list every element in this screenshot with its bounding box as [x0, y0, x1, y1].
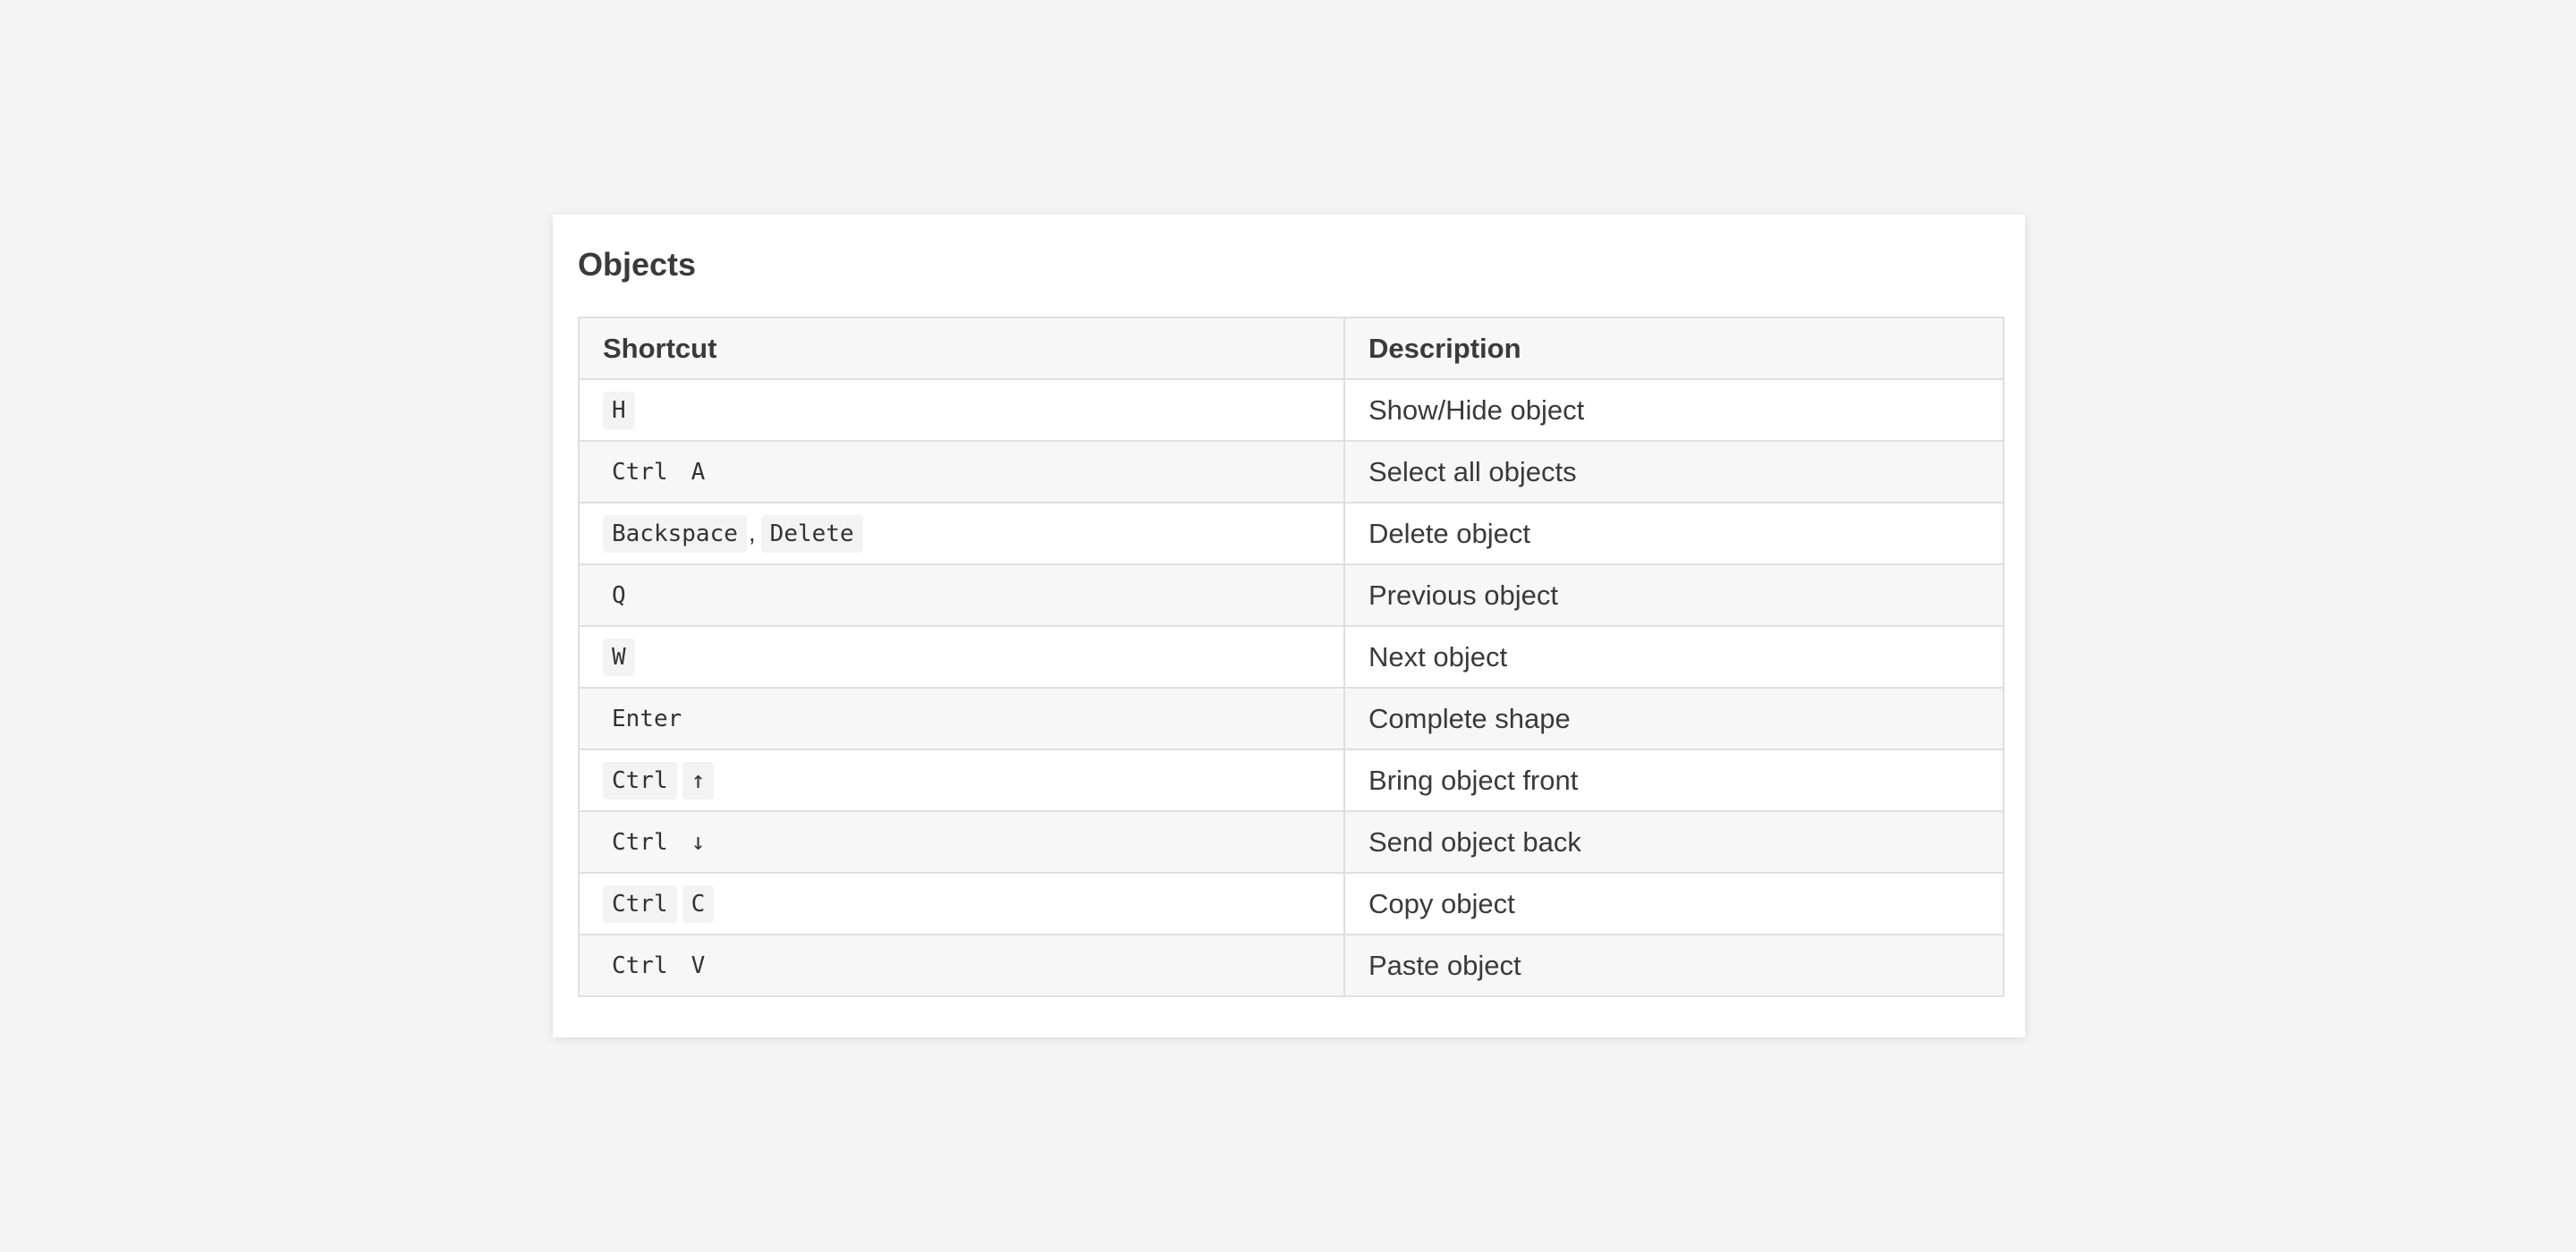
table-row: Ctrl A Select all objects [578, 440, 2004, 503]
key-cap: Ctrl [603, 453, 677, 491]
table-row: Ctrl ↓ Send object back [578, 810, 2004, 874]
description-cell: Bring object front [1343, 749, 2004, 812]
description-cell: Select all objects [1343, 440, 2004, 503]
key-cap: Q [603, 576, 635, 614]
key-cap: Enter [603, 699, 691, 738]
key-cap: Ctrl [603, 884, 677, 923]
description-cell: Send object back [1343, 810, 2004, 874]
table-row: Ctrl ↑ Bring object front [578, 749, 2004, 812]
shortcut-cell: Ctrl ↑ [578, 749, 1345, 812]
table-row: Ctrl V Paste object [578, 934, 2004, 997]
key-cap: Ctrl [603, 823, 677, 861]
key-cap: ↑ [682, 761, 715, 799]
description-cell: Copy object [1343, 872, 2004, 935]
column-header-shortcut: Shortcut [578, 317, 1345, 380]
description-cell: Show/Hide object [1343, 378, 2004, 442]
table-row: H Show/Hide object [578, 378, 2004, 442]
description-cell: Complete shape [1343, 687, 2004, 750]
key-cap: Ctrl [603, 761, 677, 799]
table-header-row: Shortcut Description [578, 317, 2004, 380]
shortcut-cell: Ctrl V [578, 934, 1345, 997]
key-cap: A [682, 453, 715, 491]
shortcut-cell: Ctrl C [578, 872, 1345, 935]
key-cap: V [682, 946, 715, 985]
table-row: Ctrl C Copy object [578, 872, 2004, 935]
description-cell: Paste object [1343, 934, 2004, 997]
table-row: W Next object [578, 625, 2004, 689]
column-header-description: Description [1343, 317, 2004, 380]
key-separator: , [748, 518, 756, 546]
shortcut-cell: H [578, 378, 1345, 442]
shortcut-cell: Ctrl A [578, 440, 1345, 503]
description-cell: Delete object [1343, 502, 2004, 565]
key-cap: Backspace [603, 514, 747, 553]
shortcut-cell: Ctrl ↓ [578, 810, 1345, 874]
key-cap: Delete [760, 514, 863, 553]
key-cap: W [603, 638, 635, 676]
panel-title: Objects [578, 246, 697, 283]
shortcut-cell: W [578, 625, 1345, 689]
description-cell: Next object [1343, 625, 2004, 689]
description-cell: Previous object [1343, 563, 2004, 627]
shortcuts-table-body: H Show/Hide object Ctrl A Select all objects… [578, 378, 2004, 997]
key-cap: Ctrl [603, 946, 677, 985]
key-cap: ↓ [682, 823, 715, 861]
shortcut-cell: Q [578, 563, 1345, 627]
objects-shortcuts-panel: Objects Shortcut Description H Show/Hide … [553, 215, 2025, 1037]
shortcut-cell: Enter [578, 687, 1345, 750]
table-row: Backspace, Delete Delete object [578, 502, 2004, 565]
table-row: Q Previous object [578, 563, 2004, 627]
key-cap: H [603, 391, 635, 429]
shortcut-cell: Backspace, Delete [578, 502, 1345, 565]
shortcuts-table: Shortcut Description H Show/Hide object Ct… [578, 317, 2004, 997]
table-row: Enter Complete shape [578, 687, 2004, 750]
key-cap: C [682, 884, 715, 923]
